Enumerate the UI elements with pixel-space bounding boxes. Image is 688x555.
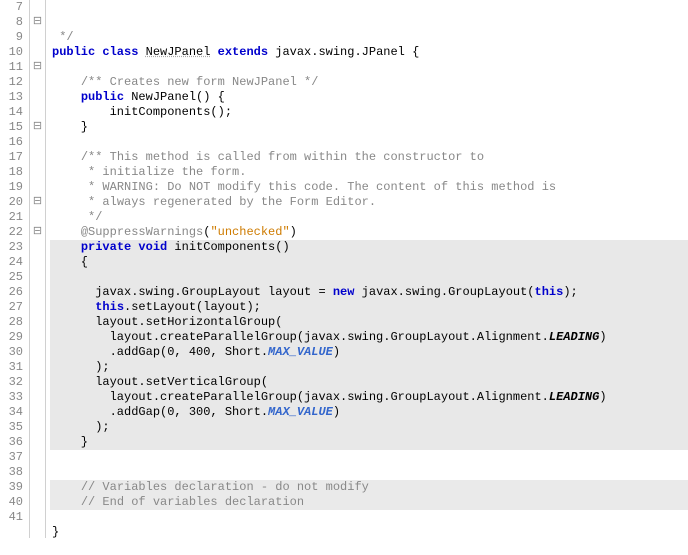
line-number: 11 xyxy=(0,60,23,75)
line-number: 14 xyxy=(0,105,23,120)
line-number: 22 xyxy=(0,225,23,240)
code-line[interactable]: * WARNING: Do NOT modify this code. The … xyxy=(50,180,688,195)
line-number: 12 xyxy=(0,75,23,90)
code-line[interactable]: this.setLayout(layout); xyxy=(50,300,688,315)
line-number: 36 xyxy=(0,435,23,450)
code-line[interactable]: private void initComponents() xyxy=(50,240,688,255)
code-line[interactable]: } xyxy=(50,120,688,135)
line-number: 24 xyxy=(0,255,23,270)
line-number: 26 xyxy=(0,285,23,300)
code-line[interactable] xyxy=(50,450,688,465)
fold-toggle-icon[interactable]: ⊟ xyxy=(33,61,42,73)
code-line[interactable] xyxy=(50,60,688,75)
fold-toggle-icon[interactable]: ⊟ xyxy=(33,16,42,28)
line-number: 8 xyxy=(0,15,23,30)
code-line[interactable] xyxy=(50,270,688,285)
line-number-gutter: 7891011121314151617181920212223242526272… xyxy=(0,0,30,538)
code-line[interactable]: */ xyxy=(50,210,688,225)
code-line[interactable]: public class NewJPanel extends javax.swi… xyxy=(50,45,688,60)
code-line[interactable] xyxy=(50,135,688,150)
line-number: 29 xyxy=(0,330,23,345)
code-line[interactable]: { xyxy=(50,255,688,270)
line-number: 33 xyxy=(0,390,23,405)
code-line[interactable]: @SuppressWarnings("unchecked") xyxy=(50,225,688,240)
line-number: 32 xyxy=(0,375,23,390)
line-number: 38 xyxy=(0,465,23,480)
line-number: 34 xyxy=(0,405,23,420)
line-number: 20 xyxy=(0,195,23,210)
line-number: 39 xyxy=(0,480,23,495)
line-number: 25 xyxy=(0,270,23,285)
line-number: 16 xyxy=(0,135,23,150)
fold-toggle-icon[interactable]: ⊟ xyxy=(33,196,42,208)
line-number: 18 xyxy=(0,165,23,180)
code-line[interactable] xyxy=(50,540,688,555)
code-line[interactable]: layout.createParallelGroup(javax.swing.G… xyxy=(50,390,688,405)
line-number: 17 xyxy=(0,150,23,165)
line-number: 31 xyxy=(0,360,23,375)
code-line[interactable]: /** Creates new form NewJPanel */ xyxy=(50,75,688,90)
code-line[interactable]: * initialize the form. xyxy=(50,165,688,180)
code-line[interactable]: layout.createParallelGroup(javax.swing.G… xyxy=(50,330,688,345)
line-number: 9 xyxy=(0,30,23,45)
line-number: 28 xyxy=(0,315,23,330)
line-number: 15 xyxy=(0,120,23,135)
code-line[interactable]: ); xyxy=(50,420,688,435)
code-editor[interactable]: 7891011121314151617181920212223242526272… xyxy=(0,0,688,538)
code-line[interactable]: */ xyxy=(50,30,688,45)
fold-gutter[interactable]: ⊟ ⊟ ⊟ ⊟ ⊟ xyxy=(30,0,46,538)
code-line[interactable]: // End of variables declaration xyxy=(50,495,688,510)
line-number: 30 xyxy=(0,345,23,360)
code-line[interactable]: .addGap(0, 300, Short.MAX_VALUE) xyxy=(50,405,688,420)
line-number: 7 xyxy=(0,0,23,15)
line-number: 19 xyxy=(0,180,23,195)
code-line[interactable]: initComponents(); xyxy=(50,105,688,120)
line-number: 27 xyxy=(0,300,23,315)
code-line[interactable]: ); xyxy=(50,360,688,375)
code-line[interactable] xyxy=(50,510,688,525)
code-line[interactable] xyxy=(50,465,688,480)
code-line[interactable]: /** This method is called from within th… xyxy=(50,150,688,165)
code-line[interactable]: public NewJPanel() { xyxy=(50,90,688,105)
code-line[interactable]: } xyxy=(50,435,688,450)
code-line[interactable]: layout.setVerticalGroup( xyxy=(50,375,688,390)
code-line[interactable]: javax.swing.GroupLayout layout = new jav… xyxy=(50,285,688,300)
code-line[interactable]: * always regenerated by the Form Editor. xyxy=(50,195,688,210)
fold-toggle-icon[interactable]: ⊟ xyxy=(33,226,42,238)
code-line[interactable]: // Variables declaration - do not modify xyxy=(50,480,688,495)
line-number: 41 xyxy=(0,510,23,525)
line-number: 37 xyxy=(0,450,23,465)
code-line[interactable]: layout.setHorizontalGroup( xyxy=(50,315,688,330)
line-number: 21 xyxy=(0,210,23,225)
fold-toggle-icon[interactable]: ⊟ xyxy=(33,121,42,133)
line-number: 13 xyxy=(0,90,23,105)
code-area[interactable]: */public class NewJPanel extends javax.s… xyxy=(50,0,688,538)
line-number: 23 xyxy=(0,240,23,255)
line-number: 40 xyxy=(0,495,23,510)
code-line[interactable]: .addGap(0, 400, Short.MAX_VALUE) xyxy=(50,345,688,360)
line-number: 35 xyxy=(0,420,23,435)
line-number: 10 xyxy=(0,45,23,60)
